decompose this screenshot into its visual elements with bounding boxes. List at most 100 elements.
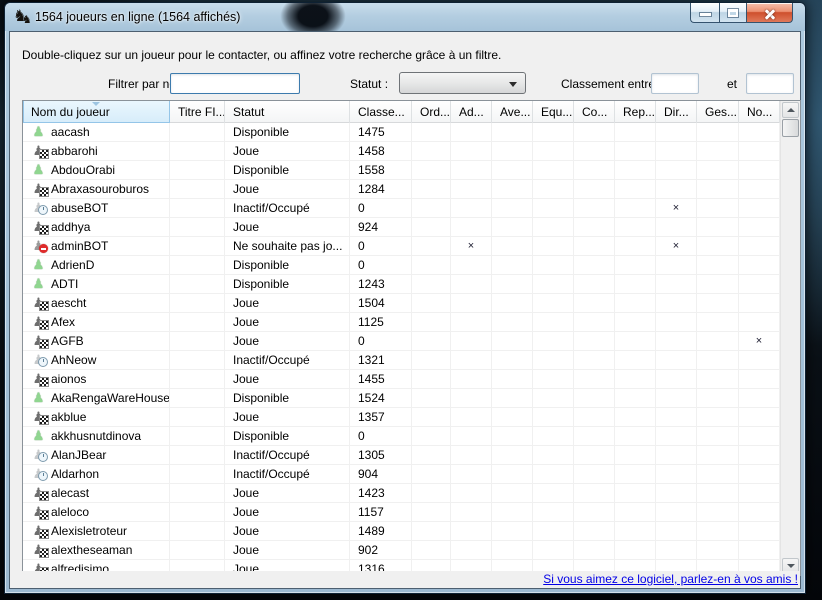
column-header[interactable]: Equ... [533, 101, 574, 123]
titlebar[interactable]: ♞♞ 1564 joueurs en ligne (1564 affichés) [5, 3, 805, 31]
empty-cell [615, 256, 656, 275]
column-header[interactable]: Ad... [451, 101, 492, 123]
column-header[interactable]: Titre FI... [170, 101, 225, 123]
empty-cell [697, 465, 739, 484]
player-row[interactable]: ♟aionosJoue1455 [23, 370, 780, 389]
empty-cell [492, 446, 533, 465]
app-window: ♞♞ 1564 joueurs en ligne (1564 affichés)… [4, 2, 806, 594]
empty-cell [656, 180, 697, 199]
empty-cell [492, 218, 533, 237]
player-row[interactable]: ♟aacashDisponible1475 [23, 123, 780, 142]
column-header[interactable]: No... [739, 101, 780, 123]
scroll-thumb[interactable] [782, 119, 799, 137]
empty-cell [697, 275, 739, 294]
player-row[interactable]: ♟AlanJBearInactif/Occupé1305 [23, 446, 780, 465]
player-row[interactable]: ♟aeschtJoue1504 [23, 294, 780, 313]
player-row[interactable]: ♟abbarohiJoue1458 [23, 142, 780, 161]
vertical-scrollbar[interactable] [780, 101, 800, 575]
maximize-button[interactable] [719, 3, 747, 23]
fide-title-cell [170, 275, 225, 294]
rating-cell: 1357 [350, 408, 412, 427]
empty-cell [533, 351, 574, 370]
player-row[interactable]: ♟AdrienDDisponible0 [23, 256, 780, 275]
minimize-button[interactable] [690, 3, 719, 23]
rating-cell: 1475 [350, 123, 412, 142]
rating-min-input[interactable] [651, 73, 699, 94]
status-cell: Disponible [225, 427, 350, 446]
empty-cell [615, 465, 656, 484]
empty-cell [533, 294, 574, 313]
empty-cell [533, 446, 574, 465]
player-row[interactable]: ♟AbraxasouroburosJoue1284 [23, 180, 780, 199]
column-header[interactable]: Ges... [697, 101, 739, 123]
empty-cell [412, 294, 451, 313]
player-row[interactable]: ♟akkhusnutdinovaDisponible0 [23, 427, 780, 446]
empty-cell [615, 389, 656, 408]
empty-cell [412, 123, 451, 142]
rating-cell: 1489 [350, 522, 412, 541]
empty-cell [492, 142, 533, 161]
rating-max-input[interactable] [746, 73, 794, 94]
client-area: Double-cliquez sur un joueur pour le con… [9, 31, 801, 589]
column-header[interactable]: Dir... [656, 101, 697, 123]
player-row[interactable]: ♟ADTIDisponible1243 [23, 275, 780, 294]
fide-title-cell [170, 389, 225, 408]
player-name-cell: ♟abuseBOT [23, 199, 170, 218]
player-row[interactable]: ♟adminBOTNe souhaite pas jo...0×× [23, 237, 780, 256]
filter-name-input[interactable] [170, 73, 300, 94]
scroll-up-button[interactable] [782, 102, 799, 118]
player-row[interactable]: ♟AGFBJoue0× [23, 332, 780, 351]
column-header[interactable]: Statut [225, 101, 350, 123]
player-row[interactable]: ♟AldarhonInactif/Occupé904 [23, 465, 780, 484]
close-button[interactable] [747, 3, 793, 23]
player-row[interactable]: ♟akblueJoue1357 [23, 408, 780, 427]
rating-cell: 1243 [350, 275, 412, 294]
empty-cell [412, 427, 451, 446]
table-header-row: Nom du joueur Titre FI...StatutClasse...O… [23, 101, 800, 123]
empty-cell [656, 522, 697, 541]
empty-cell [739, 161, 780, 180]
player-row[interactable]: ♟AhNeowInactif/Occupé1321 [23, 351, 780, 370]
player-row[interactable]: ♟AlexisletroteurJoue1489 [23, 522, 780, 541]
fide-title-cell [170, 161, 225, 180]
empty-cell [533, 332, 574, 351]
empty-cell [615, 522, 656, 541]
empty-cell [697, 351, 739, 370]
player-row[interactable]: ♟alecastJoue1423 [23, 484, 780, 503]
column-header[interactable]: Nom du joueur [23, 101, 170, 123]
column-header[interactable]: Ord... [412, 101, 451, 123]
instructions-text: Double-cliquez sur un joueur pour le con… [22, 48, 501, 62]
player-row[interactable]: ♟alelocoJoue1157 [23, 503, 780, 522]
rating-cell: 1455 [350, 370, 412, 389]
player-row[interactable]: ♟AbdouOrabiDisponible1558 [23, 161, 780, 180]
status-cell: Joue [225, 294, 350, 313]
fide-title-cell [170, 199, 225, 218]
status-dropdown[interactable] [399, 72, 526, 94]
player-name: AbdouOrabi [51, 163, 115, 177]
close-icon [763, 8, 777, 20]
column-header-label: Nom du joueur [31, 105, 110, 119]
column-header[interactable]: Rep... [615, 101, 656, 123]
player-row[interactable]: ♟AkaRengaWareHouseDisponible1524 [23, 389, 780, 408]
playing-pawn-icon: ♟ [31, 313, 46, 330]
player-name-cell: ♟Alexisletroteur [23, 522, 170, 541]
share-link[interactable]: Si vous aimez ce logiciel, parlez-en à v… [543, 572, 798, 586]
player-row[interactable]: ♟abuseBOTInactif/Occupé0× [23, 199, 780, 218]
player-row[interactable]: ♟alextheseamanJoue902 [23, 541, 780, 560]
player-row[interactable]: ♟addhyaJoue924 [23, 218, 780, 237]
rating-cell: 902 [350, 541, 412, 560]
empty-cell [656, 256, 697, 275]
column-header[interactable]: Classe... [350, 101, 412, 123]
empty-cell [451, 351, 492, 370]
player-row[interactable]: ♟AfexJoue1125 [23, 313, 780, 332]
player-name-cell: ♟abbarohi [23, 142, 170, 161]
player-name-cell: ♟aescht [23, 294, 170, 313]
empty-cell [492, 427, 533, 446]
column-header[interactable]: Ave... [492, 101, 533, 123]
column-header[interactable]: Co... [574, 101, 615, 123]
rating-cell: 1524 [350, 389, 412, 408]
empty-cell [697, 541, 739, 560]
empty-cell [574, 503, 615, 522]
empty-cell [412, 408, 451, 427]
empty-cell [412, 503, 451, 522]
